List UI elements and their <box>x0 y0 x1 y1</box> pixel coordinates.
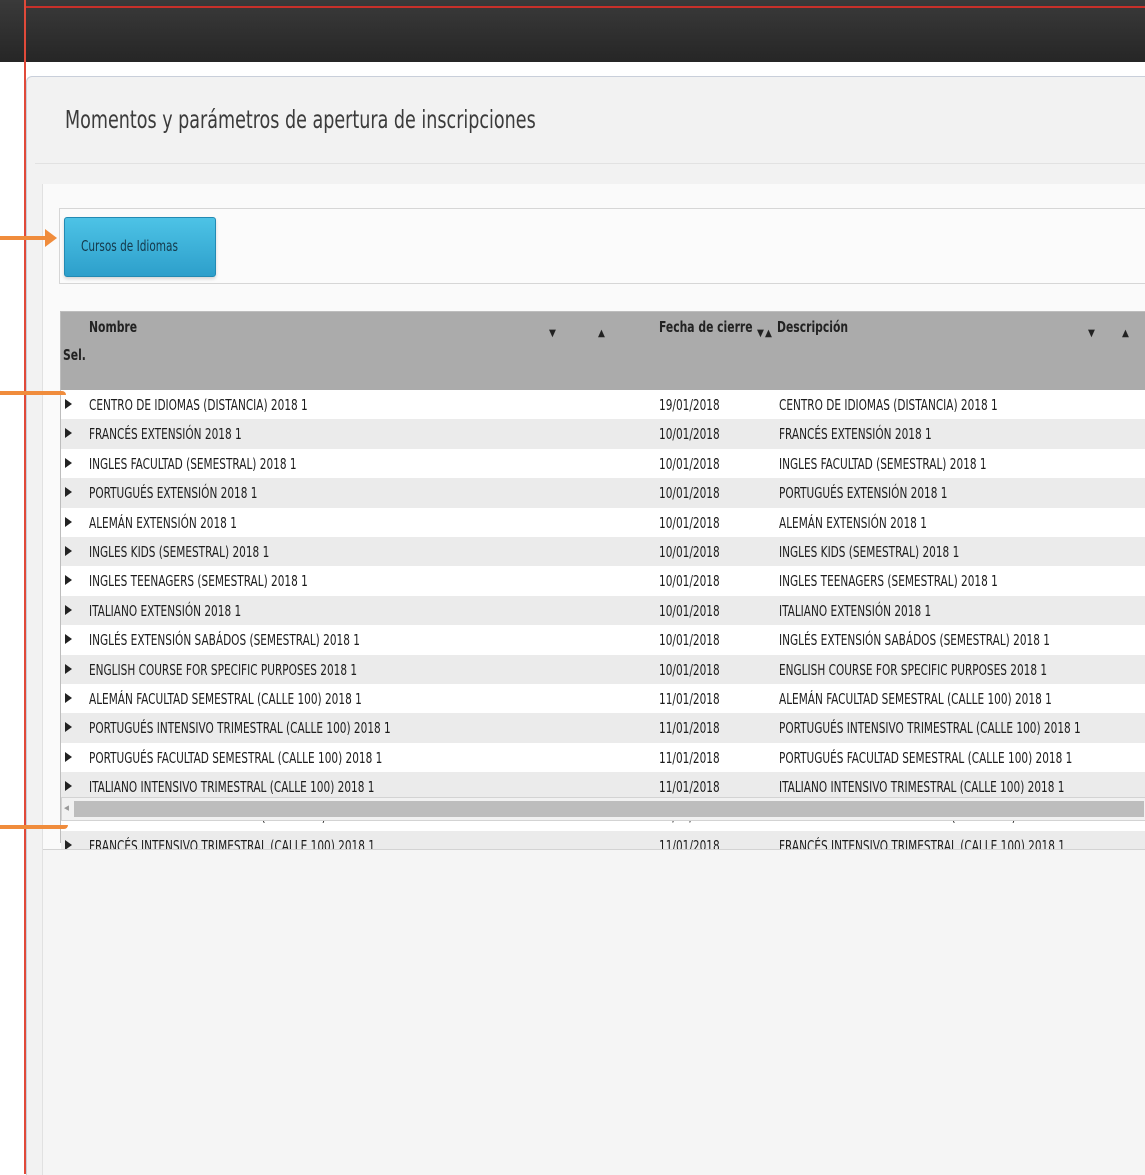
cell-fecha-cierre: 11/01/2018 <box>659 689 720 708</box>
cell-nombre: FRANCÉS EXTENSIÓN 2018 1 <box>89 425 242 444</box>
cell-descripcion: ITALIANO EXTENSIÓN 2018 1 <box>779 601 932 620</box>
title-divider <box>35 163 1145 164</box>
col-header-sel[interactable]: Sel. <box>63 346 86 364</box>
expand-row-icon[interactable] <box>65 575 72 586</box>
cell-fecha-cierre: 10/01/2018 <box>659 542 720 561</box>
sort-desc-fecha-icon[interactable]: ▼ <box>757 328 764 339</box>
cell-nombre: ITALIANO EXTENSIÓN 2018 1 <box>89 601 242 620</box>
table-row[interactable]: INGLES TEENAGERS (SEMESTRAL) 2018 1 10/01… <box>61 566 1145 596</box>
table-row[interactable]: PORTUGUÉS EXTENSIÓN 2018 1 10/01/2018 PORT… <box>61 478 1145 508</box>
cell-descripcion: ITALIANO INTENSIVO TRIMESTRAL (CALLE 100… <box>779 778 1065 797</box>
expand-row-icon[interactable] <box>65 428 72 439</box>
cell-fecha-cierre: 10/01/2018 <box>659 513 720 532</box>
cell-fecha-cierre: 19/01/2018 <box>659 396 720 414</box>
top-bar <box>0 0 1145 62</box>
bottom-area <box>43 850 1145 1175</box>
cell-fecha-cierre: 10/01/2018 <box>659 631 720 650</box>
expand-row-icon[interactable] <box>65 457 72 468</box>
cell-nombre: ENGLISH COURSE FOR SPECIFIC PURPOSES 201… <box>89 660 358 679</box>
table-row[interactable]: PORTUGUÉS INTENSIVO TRIMESTRAL (CALLE 10… <box>61 713 1145 743</box>
expand-row-icon[interactable] <box>65 634 72 645</box>
sort-asc-nombre-icon[interactable]: ▲ <box>598 328 605 339</box>
expand-row-icon[interactable] <box>65 604 72 615</box>
cell-descripcion: PORTUGUÉS FACULTAD SEMESTRAL (CALLE 100)… <box>779 748 1073 767</box>
cell-nombre: PORTUGUÉS EXTENSIÓN 2018 1 <box>89 484 258 503</box>
cell-descripcion: PORTUGUÉS EXTENSIÓN 2018 1 <box>779 484 948 503</box>
annotation-arrow-1 <box>0 236 46 240</box>
cell-descripcion: INGLÉS EXTENSIÓN SABÁDOS (SEMESTRAL) 201… <box>779 631 1050 650</box>
cell-descripcion: ALEMÁN FACULTAD SEMESTRAL (CALLE 100) 20… <box>779 689 1052 708</box>
cell-nombre: INGLES TEENAGERS (SEMESTRAL) 2018 1 <box>89 572 308 591</box>
expand-row-icon[interactable] <box>65 692 72 703</box>
annotation-line-2 <box>0 391 66 395</box>
content-area: Cursos de Idiomas Sel. Nombre ▼ ▲ Fecha … <box>42 184 1145 1175</box>
expand-row-icon[interactable] <box>65 751 72 762</box>
expand-row-icon[interactable] <box>65 516 72 527</box>
table-row[interactable]: CENTRO DE IDIOMAS (DISTANCIA) 2018 1 19/0… <box>61 390 1145 420</box>
cell-fecha-cierre: 10/01/2018 <box>659 484 720 503</box>
expand-row-icon[interactable] <box>65 722 72 733</box>
cell-nombre: INGLÉS EXTENSIÓN SABÁDOS (SEMESTRAL) 201… <box>89 631 360 650</box>
cell-nombre: PORTUGUÉS INTENSIVO TRIMESTRAL (CALLE 10… <box>89 719 391 738</box>
top-border-line <box>24 6 1145 8</box>
scrollbar-thumb[interactable] <box>74 801 1144 817</box>
cell-descripcion: PORTUGUÉS INTENSIVO TRIMESTRAL (CALLE 10… <box>779 719 1081 738</box>
table-row[interactable]: PORTUGUÉS FACULTAD SEMESTRAL (CALLE 100)… <box>61 742 1145 773</box>
table-row[interactable]: INGLES FACULTAD (SEMESTRAL) 2018 1 10/01/… <box>61 448 1145 479</box>
page-title: Momentos y parámetros de apertura de ins… <box>65 105 536 134</box>
cell-nombre: ALEMÁN FACULTAD SEMESTRAL (CALLE 100) 20… <box>89 689 362 708</box>
table-row[interactable]: INGLES KIDS (SEMESTRAL) 2018 1 10/01/2018… <box>61 536 1145 567</box>
cell-descripcion: CENTRO DE IDIOMAS (DISTANCIA) 2018 1 <box>779 396 998 414</box>
expand-row-icon[interactable] <box>65 781 72 792</box>
courses-grid: Sel. Nombre ▼ ▲ Fecha de cierre ▼ ▲ Desc… <box>60 311 1145 920</box>
col-header-fecha-cierre[interactable]: Fecha de cierre <box>659 318 753 336</box>
main-panel: Momentos y parámetros de apertura de ins… <box>26 76 1145 1175</box>
cell-fecha-cierre: 10/01/2018 <box>659 601 720 620</box>
table-row[interactable]: ALEMÁN FACULTAD SEMESTRAL (CALLE 100) 20… <box>61 683 1145 714</box>
cell-nombre: ITALIANO INTENSIVO TRIMESTRAL (CALLE 100… <box>89 778 375 797</box>
tab-strip: Cursos de Idiomas <box>59 208 1145 284</box>
cell-nombre: ALEMÁN EXTENSIÓN 2018 1 <box>89 513 237 532</box>
cell-nombre: PORTUGUÉS FACULTAD SEMESTRAL (CALLE 100)… <box>89 748 383 767</box>
cell-fecha-cierre: 11/01/2018 <box>659 748 720 767</box>
col-header-descripcion[interactable]: Descripción <box>777 318 848 336</box>
cell-nombre: CENTRO DE IDIOMAS (DISTANCIA) 2018 1 <box>89 396 308 414</box>
cell-descripcion: ENGLISH COURSE FOR SPECIFIC PURPOSES 201… <box>779 660 1048 679</box>
annotation-arrow-head-icon <box>45 229 57 247</box>
grid-header: Sel. Nombre ▼ ▲ Fecha de cierre ▼ ▲ Desc… <box>61 312 1145 391</box>
table-row[interactable]: ENGLISH COURSE FOR SPECIFIC PURPOSES 201… <box>61 654 1145 684</box>
cell-fecha-cierre: 10/01/2018 <box>659 454 720 473</box>
sort-desc-descripcion-icon[interactable]: ▼ <box>1088 328 1095 339</box>
cursos-de-idiomas-label: Cursos de Idiomas <box>81 237 178 255</box>
cell-fecha-cierre: 11/01/2018 <box>659 778 720 797</box>
cursos-de-idiomas-button[interactable]: Cursos de Idiomas <box>64 217 216 277</box>
sort-asc-fecha-icon[interactable]: ▲ <box>765 328 772 339</box>
cell-descripcion: FRANCÉS EXTENSIÓN 2018 1 <box>779 425 932 444</box>
table-row[interactable]: FRANCÉS EXTENSIÓN 2018 1 10/01/2018 FRANCÉ… <box>61 419 1145 449</box>
expand-row-icon[interactable] <box>65 545 72 556</box>
horizontal-scrollbar[interactable]: ◂ <box>61 797 1145 821</box>
table-row[interactable]: ITALIANO EXTENSIÓN 2018 1 10/01/2018 ITALI… <box>61 595 1145 626</box>
cell-descripcion: INGLES TEENAGERS (SEMESTRAL) 2018 1 <box>779 572 998 591</box>
sort-desc-nombre-icon[interactable]: ▼ <box>549 328 556 339</box>
cell-descripcion: ALEMÁN EXTENSIÓN 2018 1 <box>779 513 927 532</box>
expand-row-icon[interactable] <box>65 487 72 498</box>
grid-rows: CENTRO DE IDIOMAS (DISTANCIA) 2018 1 19/0… <box>61 390 1145 920</box>
annotation-line-3 <box>0 825 68 829</box>
cell-descripcion: INGLES FACULTAD (SEMESTRAL) 2018 1 <box>779 454 987 473</box>
sort-asc-descripcion-icon[interactable]: ▲ <box>1122 328 1129 339</box>
expand-row-icon[interactable] <box>65 399 72 409</box>
cell-fecha-cierre: 10/01/2018 <box>659 572 720 591</box>
scroll-left-arrow-icon[interactable]: ◂ <box>64 801 69 814</box>
col-header-nombre[interactable]: Nombre <box>89 318 137 336</box>
cell-nombre: INGLES KIDS (SEMESTRAL) 2018 1 <box>89 542 270 561</box>
table-row[interactable]: ALEMÁN EXTENSIÓN 2018 1 10/01/2018 ALEMÁN … <box>61 507 1145 537</box>
cell-fecha-cierre: 11/01/2018 <box>659 719 720 738</box>
cell-descripcion: INGLES KIDS (SEMESTRAL) 2018 1 <box>779 542 960 561</box>
cell-fecha-cierre: 10/01/2018 <box>659 660 720 679</box>
table-row[interactable]: INGLÉS EXTENSIÓN SABÁDOS (SEMESTRAL) 201… <box>61 625 1145 655</box>
cell-fecha-cierre: 10/01/2018 <box>659 425 720 444</box>
cell-nombre: INGLES FACULTAD (SEMESTRAL) 2018 1 <box>89 454 297 473</box>
expand-row-icon[interactable] <box>65 663 72 674</box>
